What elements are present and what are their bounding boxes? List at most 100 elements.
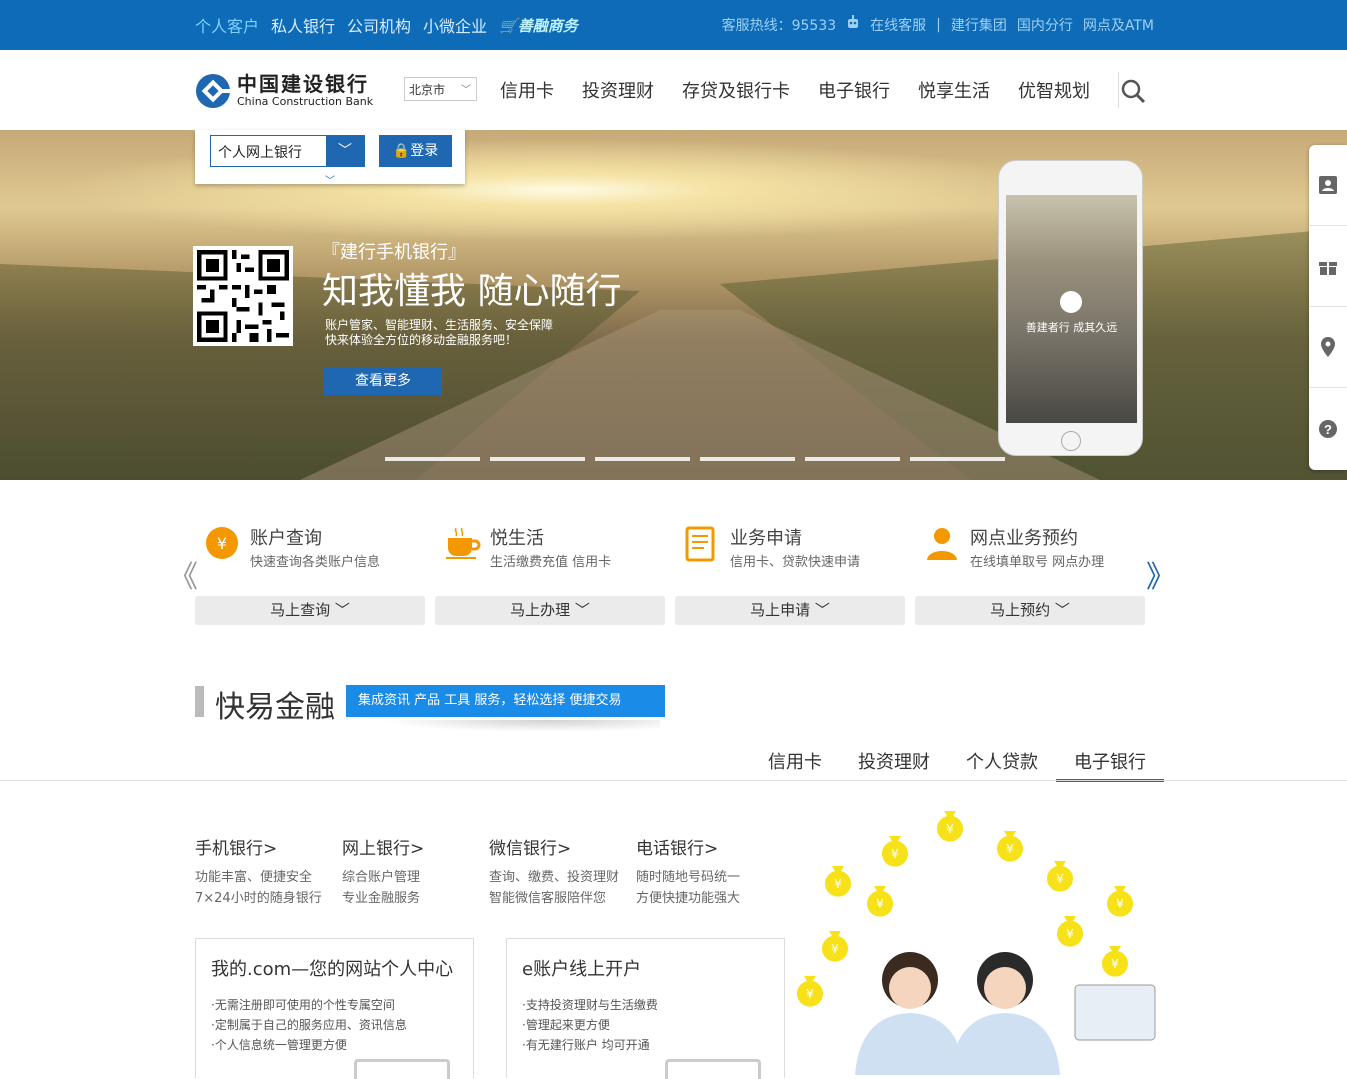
money-bag-icon: ¥ [797, 976, 823, 1007]
service-button[interactable]: 马上查询 ﹀ [195, 596, 425, 625]
tab-personal-loan[interactable]: 个人贷款 [948, 740, 1056, 782]
person-icon [925, 526, 959, 560]
phone-home-button [1061, 431, 1081, 451]
carousel-dot[interactable] [385, 457, 480, 461]
group-link[interactable]: 建行集团 [951, 15, 1007, 35]
phone-slogan: 善建者行 成其久远 [1025, 321, 1118, 334]
account-tool-button[interactable] [1309, 145, 1347, 226]
carousel-dot[interactable] [490, 457, 585, 461]
branches-link[interactable]: 国内分行 [1017, 15, 1073, 35]
service-life: 悦生活 生活缴费充值 信用卡 马上办理 ﹀ [435, 522, 665, 627]
person-figure [950, 952, 1060, 1075]
document-icon [685, 526, 719, 562]
coffee-cup-icon [445, 526, 481, 560]
online-service-link[interactable]: 在线客服 [870, 15, 926, 35]
svg-text:¥: ¥ [891, 847, 899, 861]
laptop-image [1074, 984, 1156, 1041]
carousel-dot[interactable] [595, 457, 690, 461]
login-panel: 个人网上银行 ﹀ 🔒登录 ﹀ [195, 130, 465, 187]
shop-link[interactable]: 🛒善融商务 [499, 15, 578, 36]
gift-icon [1319, 262, 1337, 275]
location-tool-button[interactable] [1309, 307, 1347, 388]
gift-tool-button[interactable] [1309, 226, 1347, 307]
ebank-wechat-link[interactable]: 微信银行> [489, 834, 639, 859]
atm-link[interactable]: 网点及ATM [1083, 15, 1154, 35]
ebank-online-link[interactable]: 网上银行> [342, 834, 492, 859]
card-e-account[interactable]: e账户线上开户 ·支持投资理财与生活缴费 ·管理起来更方便 ·有无建行账户 均可… [506, 938, 785, 1079]
section-title: 快易金融 [215, 690, 335, 725]
nav-deposit-loan[interactable]: 存贷及银行卡 [682, 77, 790, 103]
question-icon: ? [1319, 419, 1337, 438]
svg-text:¥: ¥ [806, 987, 814, 1001]
ebank-phone-link[interactable]: 电话银行> [636, 834, 786, 859]
help-tool-button[interactable]: ? [1309, 388, 1347, 469]
banner-title: 知我懂我 随心随行 [322, 271, 622, 312]
bank-logo[interactable]: 中国建设银行 China Construction Bank [195, 73, 373, 109]
carousel-dot[interactable] [700, 457, 795, 461]
main-header: 中国建设银行 China Construction Bank 北京市 ﹀ 信用卡… [0, 50, 1347, 130]
service-button[interactable]: 马上预约 ﹀ [915, 596, 1145, 625]
services-prev-arrow[interactable]: 《 [168, 552, 198, 596]
promo-illustration: ¥ ¥ ¥ ¥ ¥ ¥ ¥ ¥ ¥ ¥ ¥ [790, 810, 1170, 1075]
money-bag-icon: ¥ [822, 931, 848, 962]
tab-e-banking[interactable]: 电子银行 [1056, 740, 1164, 782]
cart-icon: 🛒 [499, 16, 518, 35]
search-icon[interactable] [1120, 78, 1146, 104]
money-bag-icon: ¥ [937, 811, 963, 842]
ebank-online: 网上银行> 综合账户管理 专业金融服务 [342, 834, 492, 909]
ebank-mobile-link[interactable]: 手机银行> [195, 834, 345, 859]
segment-private-banking[interactable]: 私人银行 [271, 13, 335, 37]
banner-description: 账户管家、智能理财、生活服务、安全保障 快来体验全方位的移动金融服务吧！ [325, 318, 554, 347]
carousel-dot[interactable] [910, 457, 1005, 461]
money-bag-icon: ¥ [825, 866, 851, 897]
nav-credit-card[interactable]: 信用卡 [500, 77, 554, 103]
nav-investment[interactable]: 投资理财 [582, 77, 654, 103]
tabs-divider [0, 780, 1347, 781]
service-button[interactable]: 马上申请 ﹀ [675, 596, 905, 625]
segment-corporate[interactable]: 公司机构 [347, 13, 411, 37]
tab-investment[interactable]: 投资理财 [840, 740, 948, 782]
money-bag-icon: ¥ [1102, 946, 1128, 977]
svg-text:¥: ¥ [831, 942, 839, 956]
nav-e-banking[interactable]: 电子银行 [818, 77, 890, 103]
nav-planning[interactable]: 优智规划 [1018, 77, 1090, 103]
calendar-icon [665, 1059, 761, 1079]
service-branch-booking: 网点业务预约 在线填单取号 网点办理 马上预约 ﹀ [915, 522, 1145, 627]
carousel-dot[interactable] [805, 457, 900, 461]
svg-text:¥: ¥ [1111, 957, 1119, 971]
banner-subtitle: 『建行手机银行』 [322, 242, 466, 263]
ebank-wechat: 微信银行> 查询、缴费、投资理财 智能微信客服陪伴您 [489, 834, 639, 909]
money-bag-icon: ¥ [997, 831, 1023, 862]
top-utility-links: 客服热线：95533 在线客服 | 建行集团 国内分行 网点及ATM [722, 0, 1154, 50]
divider: | [936, 17, 941, 33]
section-tagline: 集成资讯 产品 工具 服务，轻松选择 便捷交易 [346, 685, 665, 717]
nav-lifestyle[interactable]: 悦享生活 [918, 77, 990, 103]
svg-text:¥: ¥ [834, 877, 842, 891]
svg-text:?: ? [1324, 422, 1332, 437]
svg-text:¥: ¥ [1056, 872, 1064, 886]
laptop-icon [354, 1059, 450, 1079]
city-select[interactable]: 北京市 ﹀ [404, 77, 477, 101]
service-account-query: ¥ 账户查询 快速查询各类账户信息 马上查询 ﹀ [195, 522, 425, 627]
quick-finance-tabs: 信用卡 投资理财 个人贷款 电子银行 [750, 740, 1164, 782]
expand-chevron-icon[interactable]: ﹀ [325, 172, 335, 187]
segment-small-business[interactable]: 小微企业 [423, 13, 487, 37]
carousel-indicators [385, 457, 1005, 461]
map-pin-icon [1321, 337, 1335, 357]
ccb-logo-icon [196, 74, 231, 108]
segment-personal[interactable]: 个人客户 [195, 13, 259, 37]
svg-text:¥: ¥ [1006, 842, 1014, 856]
qr-code-image [193, 246, 293, 346]
hotline-text: 客服热线：95533 [721, 18, 837, 34]
city-value: 北京市 [409, 83, 446, 97]
card-my-dotcom[interactable]: 我的.com—您的网站个人中心 ·无需注册即可使用的个性专属空间 ·定制属于自己… [195, 938, 474, 1079]
login-type-select[interactable]: 个人网上银行 ﹀ [210, 135, 365, 167]
service-button[interactable]: 马上办理 ﹀ [435, 596, 665, 625]
tab-credit-card[interactable]: 信用卡 [750, 740, 840, 782]
banner-more-button[interactable]: 查看更多 [324, 368, 442, 395]
login-button[interactable]: 🔒登录 [379, 135, 452, 167]
robot-icon [846, 15, 860, 35]
money-bag-icon: ¥ [867, 886, 893, 917]
services-next-arrow[interactable]: 》 [1146, 552, 1176, 596]
chevron-down-icon: ﹀ [326, 136, 364, 166]
